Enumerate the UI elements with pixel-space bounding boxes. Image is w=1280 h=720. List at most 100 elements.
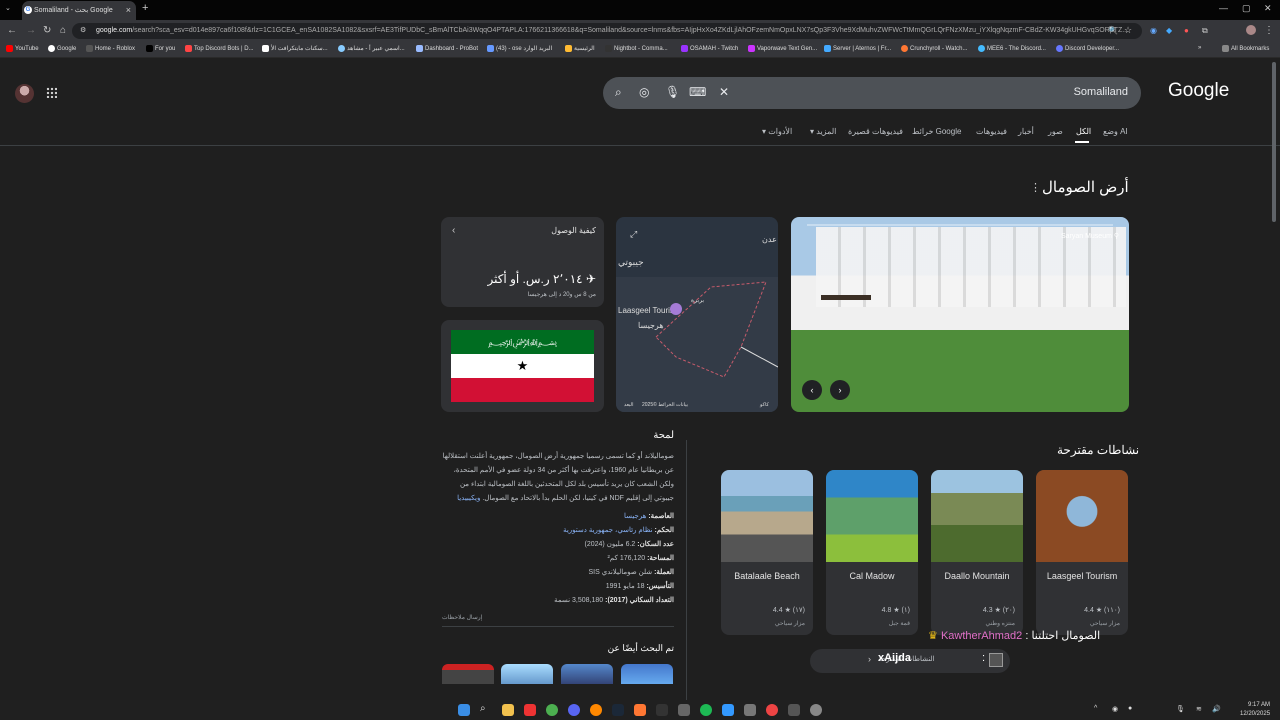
clear-icon[interactable]: ✕ — [719, 85, 729, 99]
activity-card[interactable]: Cal Madow 4.8 ★ (١) قمة جبل — [826, 470, 918, 635]
new-tab-button[interactable]: + — [142, 2, 148, 14]
bookmark-google[interactable]: Google — [48, 45, 76, 52]
bookmark-aternos[interactable]: Server | Aternos | Fr... — [824, 45, 891, 52]
bookmark-abeer[interactable]: اسمي عبير أ - مشاهد... — [338, 45, 405, 52]
app-icon[interactable] — [656, 704, 668, 716]
directions-card[interactable]: كيفية الوصول ‹ ✈ ٢٬٠١٤ ر.س. أو أكثر من 8… — [441, 217, 604, 307]
steam-icon[interactable] — [612, 704, 624, 716]
bookmark-mee6[interactable]: MEE6 - The Discord... — [978, 45, 1046, 52]
reload-icon[interactable]: ↻ — [43, 25, 51, 36]
tab-search-icon[interactable]: ⌄ — [5, 4, 11, 12]
also-searched-thumb[interactable] — [442, 664, 494, 684]
wifi-icon[interactable]: ≋ — [1196, 705, 1202, 713]
bookmark-x[interactable]: For you — [146, 45, 175, 52]
search-icon[interactable]: ⌕ — [615, 85, 622, 100]
also-searched-thumb[interactable] — [501, 664, 553, 684]
also-searched-thumb[interactable] — [621, 664, 673, 684]
app-icon[interactable] — [810, 704, 822, 716]
lens-icon[interactable]: ◎ — [639, 85, 649, 99]
bookmark-discord-bots[interactable]: Top Discord Bots | D... — [185, 45, 254, 52]
also-searched-thumb[interactable] — [561, 664, 613, 684]
extensions-icon[interactable]: ⧉ — [1202, 26, 1208, 36]
discord-icon[interactable] — [568, 704, 580, 716]
bookmark-probot[interactable]: Dashboard - ProBot — [416, 45, 478, 52]
bookmark-twitch[interactable]: OSAMAH - Twitch — [681, 45, 738, 52]
file-explorer-icon[interactable] — [502, 704, 514, 716]
home-icon[interactable]: ⌂ — [60, 25, 66, 36]
minimize-icon[interactable]: — — [1219, 3, 1228, 13]
spotify-icon[interactable] — [700, 704, 712, 716]
fact-value-link[interactable]: هرجيسا — [624, 513, 646, 520]
search-icon[interactable]: ⌕ — [480, 703, 492, 715]
activity-card[interactable]: Daallo Mountain 4.3 ★ (٢٠) منتزه وطني — [931, 470, 1023, 635]
chevron-right-icon[interactable]: › — [868, 654, 871, 664]
close-tab-icon[interactable]: × — [126, 5, 131, 15]
page-scrollbar[interactable] — [1272, 62, 1276, 222]
app-icon[interactable] — [678, 704, 690, 716]
avatar[interactable] — [15, 84, 34, 103]
more-options-icon[interactable]: ⋮ — [1030, 181, 1041, 194]
tray-chevron-icon[interactable]: ^ — [1094, 705, 1097, 712]
zoom-icon[interactable]: 🔍 — [1108, 26, 1118, 35]
extension-icon[interactable]: ● — [1184, 26, 1189, 35]
extension-icon[interactable]: ◉ — [1150, 26, 1157, 35]
app-icon[interactable] — [788, 704, 800, 716]
wikipedia-link[interactable]: ويكيبيديا — [457, 495, 480, 502]
flag-card[interactable]: ﷽ ★ — [441, 320, 604, 412]
bookmark-skins[interactable]: سكنات مايتكرافت الأ... — [262, 45, 328, 52]
browser-tab[interactable]: G Somaliland - بحث Google × — [22, 1, 136, 20]
menu-icon[interactable]: ⋮ — [1264, 25, 1274, 36]
profile-avatar[interactable] — [1246, 25, 1256, 35]
map-pin-icon[interactable] — [670, 303, 682, 315]
bookmark-star-icon[interactable]: ☆ — [1124, 25, 1132, 36]
keyboard-icon[interactable]: ⌨ — [689, 85, 706, 99]
map-preview[interactable]: عدن جيبوتي بربرة هرجيسا Laasgeel Tourism… — [616, 217, 778, 412]
bookmark-crunchyroll[interactable]: Crunchyroll - Watch... — [901, 45, 967, 52]
fact-value-link[interactable]: نظام رئاسي، جمهورية دستورية — [563, 527, 653, 534]
photo-location[interactable]: Saryan Museum ⚲ — [1061, 232, 1119, 240]
tab-maps[interactable]: خرائط Google — [912, 127, 961, 136]
close-window-icon[interactable]: ✕ — [1264, 3, 1272, 14]
bookmark-nightbot[interactable]: Nightbot - Comma... — [605, 45, 668, 52]
tab-ai-mode[interactable]: وضع AI — [1103, 127, 1128, 136]
tab-more[interactable]: ▾ المزيد — [810, 127, 836, 136]
tab-videos[interactable]: فيديوهات — [976, 127, 1007, 136]
carousel-next-button[interactable]: › — [830, 380, 850, 400]
tray-icon[interactable]: ◉ — [1112, 705, 1118, 713]
app-icon[interactable] — [766, 704, 778, 716]
feedback-link[interactable]: إرسال ملاحظات — [442, 614, 674, 621]
activity-card[interactable]: Batalaale Beach 4.4 ★ (١٧) مزار سياحي — [721, 470, 813, 635]
forward-icon[interactable]: → — [26, 25, 36, 36]
apps-grid-icon[interactable] — [46, 87, 57, 98]
chrome-icon[interactable] — [546, 704, 558, 716]
microphone-icon[interactable]: 🎙 — [665, 85, 680, 99]
clock[interactable]: 9:17 AM 12/20/2025 — [1240, 701, 1270, 719]
extension-icon[interactable]: ◆ — [1166, 26, 1172, 35]
carousel-prev-button[interactable]: ‹ — [802, 380, 822, 400]
photo-carousel[interactable]: Saryan Museum ⚲ ‹ › — [791, 217, 1129, 412]
tab-short-videos[interactable]: فيديوهات قصيرة — [848, 127, 903, 136]
tab-all[interactable]: الكل — [1076, 127, 1091, 136]
google-logo[interactable]: Google — [1168, 80, 1229, 102]
volume-icon[interactable]: 🔊 — [1212, 705, 1221, 713]
activity-card[interactable]: Laasgeel Tourism 4.4 ★ (١١٠) مزار سياحي — [1036, 470, 1128, 635]
tray-icon[interactable]: ● — [1128, 705, 1132, 712]
tab-news[interactable]: أخبار — [1018, 127, 1034, 136]
bookmark-roblox[interactable]: Home - Roblox — [86, 45, 135, 52]
bookmark-youtube[interactable]: YouTube — [6, 45, 39, 52]
bookmark-discord-dev[interactable]: Discord Developer... — [1056, 45, 1119, 52]
app-icon[interactable] — [590, 704, 602, 716]
all-bookmarks[interactable]: All Bookmarks — [1222, 45, 1269, 52]
bookmark-home[interactable]: الرئيسية — [565, 45, 595, 52]
app-icon[interactable] — [744, 704, 756, 716]
app-icon[interactable] — [524, 704, 536, 716]
site-info-icon[interactable]: ⚙ — [80, 26, 86, 34]
start-icon[interactable] — [458, 704, 470, 716]
address-bar[interactable]: ⚙ google.com/search?sca_esv=d014e897ca6f… — [72, 23, 1142, 39]
microphone-icon[interactable]: 🎙 — [1176, 705, 1185, 713]
tab-images[interactable]: صور — [1048, 127, 1063, 136]
bookmark-mail[interactable]: (43) - ose البريد الوارد — [487, 45, 552, 52]
bookmark-vaporwave[interactable]: Vaporwave Text Gen... — [748, 45, 817, 52]
app-icon[interactable] — [722, 704, 734, 716]
bookmarks-overflow-icon[interactable]: » — [1198, 45, 1201, 51]
